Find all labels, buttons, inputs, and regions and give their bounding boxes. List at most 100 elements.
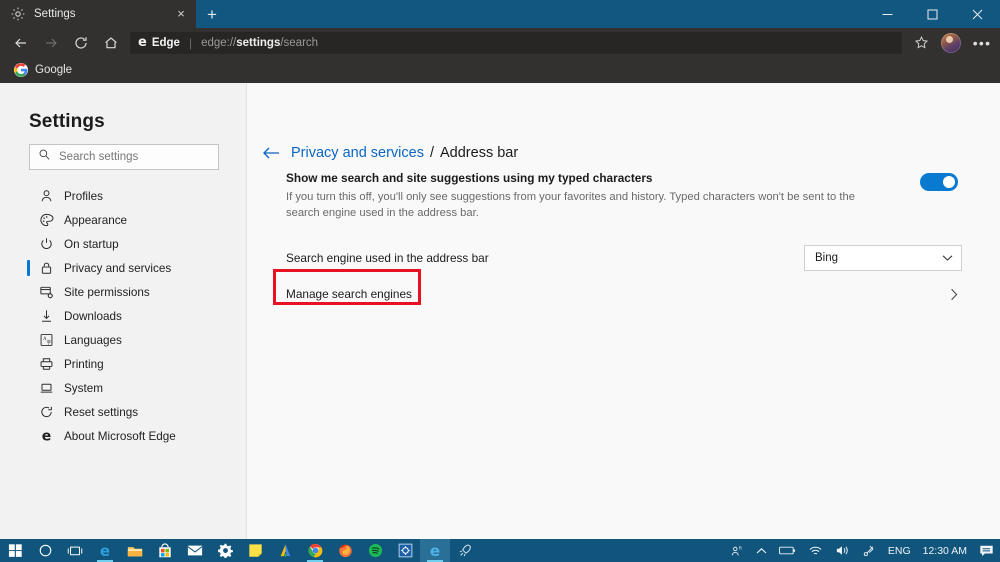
taskbar-edge[interactable]: e [90,539,120,562]
windows-taskbar: e e R ENG 12:30 AM [0,539,1000,562]
download-arrow-icon [38,308,55,325]
bluetooth-icon[interactable] [856,539,882,562]
cortana-button[interactable] [30,539,60,562]
sidebar-item-printing[interactable]: Printing [0,352,247,376]
chevron-up-icon[interactable] [750,539,773,562]
sidebar-item-label: Appearance [64,213,128,227]
back-arrow-icon[interactable] [6,30,36,56]
forward-arrow-icon[interactable] [36,30,66,56]
svg-text:字: 字 [47,339,52,346]
suggestions-setting-description: If you turn this off, you'll only see su… [286,191,855,219]
search-settings-input[interactable]: Search settings [29,144,219,170]
address-separator: | [188,35,193,50]
system-tray: R ENG 12:30 AM [724,539,1000,562]
close-tab-icon[interactable]: × [172,5,190,23]
address-bar-url: edge://settings/search [201,37,318,49]
sidebar-item-languages[interactable]: A 字 Languages [0,328,247,352]
battery-icon[interactable] [773,539,802,562]
palette-icon [38,212,55,229]
sidebar-item-about-microsoft-edge[interactable]: e About Microsoft Edge [0,424,247,448]
manage-search-engines-label: Manage search engines [286,287,412,301]
browser-tab-settings[interactable]: Settings × [0,0,196,28]
url-scheme: edge:// [201,36,237,49]
edge-logo-icon: e [138,35,147,50]
taskbar-mail[interactable] [180,539,210,562]
taskbar-chrome[interactable] [300,539,330,562]
sidebar-item-on-startup[interactable]: On startup [0,232,247,256]
site-permissions-icon [38,284,55,301]
suggestions-setting-title: Show me search and site suggestions usin… [286,171,653,185]
sidebar-item-appearance[interactable]: Appearance [0,208,247,232]
sidebar-item-label: Languages [64,333,122,347]
back-arrow-icon[interactable] [262,143,284,163]
chevron-down-icon [942,249,953,267]
taskbar-file-explorer[interactable] [120,539,150,562]
taskbar-app-blue[interactable] [390,539,420,562]
bookmark-google[interactable]: Google [8,61,78,79]
taskbar-firefox[interactable] [330,539,360,562]
sidebar-item-downloads[interactable]: Downloads [0,304,247,328]
more-options-icon[interactable]: ••• [968,36,994,50]
volume-icon[interactable] [829,539,856,562]
suggestions-setting-row: Show me search and site suggestions usin… [286,171,958,221]
wifi-icon[interactable] [802,539,829,562]
sidebar-item-label: Printing [64,357,104,371]
breadcrumb: Privacy and services / Address bar [262,143,518,163]
manage-search-engines-row[interactable]: Manage search engines [286,279,962,309]
task-view-button[interactable] [60,539,90,562]
sidebar-item-profiles[interactable]: Profiles [0,184,247,208]
sidebar-item-label: Site permissions [64,285,150,299]
google-icon [14,63,28,77]
settings-nav: Profiles Appearance On startup Privacy a… [0,184,247,448]
breadcrumb-parent-link[interactable]: Privacy and services [291,145,424,161]
notification-icon[interactable] [973,539,1000,562]
title-bar: Settings × + [0,0,1000,28]
tab-title: Settings [34,8,76,20]
sidebar-item-label: On startup [64,237,119,251]
new-tab-button[interactable]: + [196,2,228,28]
sidebar-item-reset-settings[interactable]: Reset settings [0,400,247,424]
taskbar-sticky-notes[interactable] [240,539,270,562]
chevron-right-icon [946,288,962,301]
breadcrumb-separator: / [429,145,434,161]
close-icon[interactable] [955,0,1000,28]
gear-icon [10,6,26,22]
taskbar-edge-active[interactable]: e [420,539,450,562]
home-icon[interactable] [96,30,126,56]
suggestions-toggle[interactable] [920,173,958,191]
star-icon[interactable] [908,35,934,50]
taskbar-microsoft-store[interactable] [150,539,180,562]
window-controls [865,0,1000,28]
sidebar-item-site-permissions[interactable]: Site permissions [0,280,247,304]
sidebar-item-privacy-and-services[interactable]: Privacy and services [0,256,247,280]
maximize-icon[interactable] [910,0,955,28]
avatar[interactable] [941,32,961,53]
person-icon [38,188,55,205]
language-indicator[interactable]: ENG [882,539,917,562]
bookmark-label: Google [35,64,73,76]
refresh-icon[interactable] [66,30,96,56]
search-settings-placeholder: Search settings [59,151,139,163]
start-button[interactable] [0,539,30,562]
taskbar-google-ads[interactable] [270,539,300,562]
search-engine-dropdown[interactable]: Bing [804,245,962,271]
printer-icon [38,356,55,373]
translate-icon: A 字 [38,332,55,349]
person-share-icon[interactable]: R [724,539,750,562]
taskbar-spotify[interactable] [360,539,390,562]
browser-toolbar: e Edge | edge://settings/search ••• [0,28,1000,57]
power-icon [38,236,55,253]
search-icon [38,148,51,166]
laptop-icon [38,380,55,397]
sidebar-item-label: Profiles [64,189,103,203]
minimize-icon[interactable] [865,0,910,28]
sidebar-item-system[interactable]: System [0,376,247,400]
taskbar-rocket[interactable] [450,539,480,562]
page-title: Settings [29,111,105,132]
search-engine-row: Search engine used in the address bar Bi… [286,243,962,273]
clock[interactable]: 12:30 AM [917,539,973,562]
taskbar-settings[interactable] [210,539,240,562]
reset-icon [38,404,55,421]
address-bar[interactable]: e Edge | edge://settings/search [130,31,902,54]
edge-brand-label: Edge [151,36,180,49]
